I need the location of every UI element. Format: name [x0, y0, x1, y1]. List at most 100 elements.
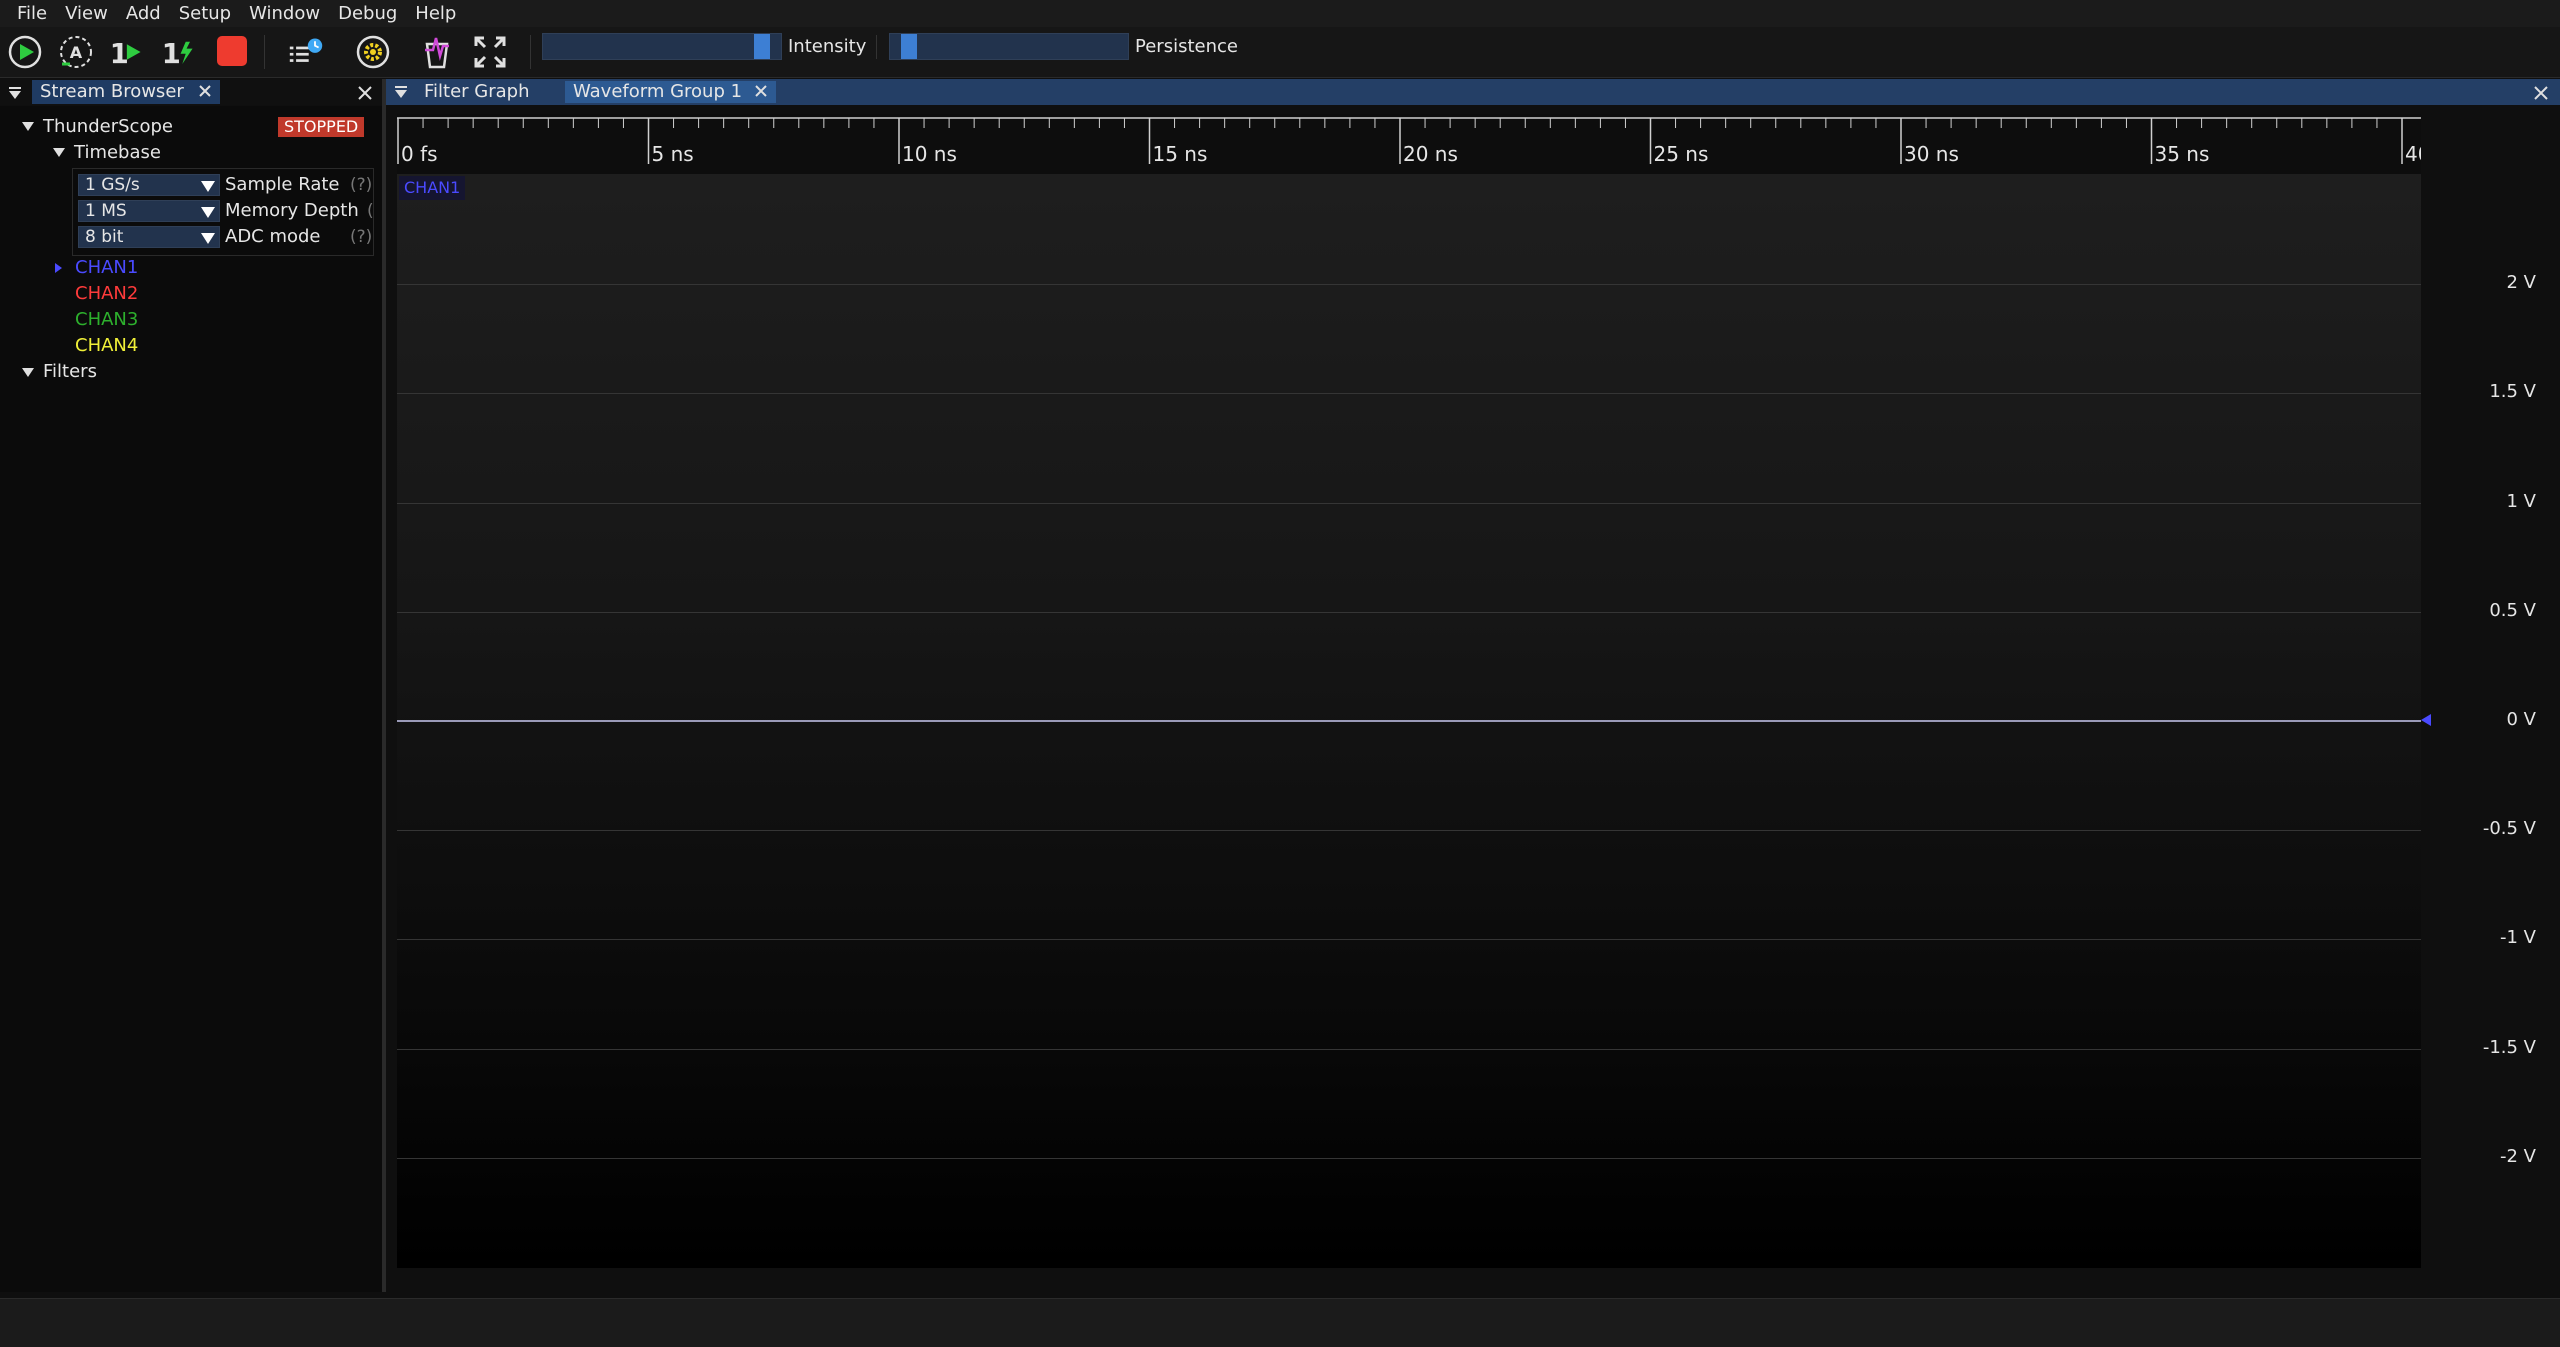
gridline	[397, 830, 2421, 831]
time-tick-label: 30 ns	[1904, 142, 1959, 166]
adc-mode-value: 8 bit	[85, 227, 124, 247]
persistence-slider-thumb[interactable]	[901, 34, 917, 59]
intensity-slider-thumb[interactable]	[754, 34, 770, 59]
memory-depth-label: Memory Depth	[225, 200, 359, 221]
gridline	[397, 1049, 2421, 1050]
voltage-tick-label: -1 V	[2500, 927, 2536, 948]
sample-rate-dropdown[interactable]: 1 GS/s	[78, 174, 220, 196]
chevron-down-icon	[201, 181, 215, 192]
help-icon[interactable]: (?)	[350, 174, 372, 196]
preferences-icon[interactable]	[355, 34, 391, 70]
persistence-label: Persistence	[1135, 36, 1238, 57]
voltage-tick-label: -1.5 V	[2482, 1037, 2536, 1058]
intensity-label: Intensity	[788, 36, 867, 57]
time-ruler-ticks: 0 fs 5 ns 10 ns 15 ns 20 ns 25 ns 30 ns 35 ns 40	[397, 117, 2421, 166]
menu-view[interactable]: View	[56, 0, 117, 27]
waveform-tab-bar: Filter Graph Waveform Group 1	[386, 79, 2560, 105]
channel-chan1[interactable]: CHAN1	[75, 256, 138, 280]
waveform-plot[interactable]: CHAN1	[397, 174, 2431, 1268]
memory-depth-value: 1 MS	[85, 201, 127, 221]
triggered-glitch-icon[interactable]	[419, 34, 455, 70]
voltage-tick-label: -2 V	[2500, 1146, 2536, 1167]
sample-rate-label: Sample Rate	[225, 174, 340, 195]
expand-arrow-icon[interactable]	[53, 148, 65, 157]
menu-file[interactable]: File	[0, 0, 56, 27]
fullscreen-icon[interactable]	[472, 34, 508, 70]
toolbar-divider	[876, 35, 877, 59]
voltage-axis[interactable]: 2 V 1.5 V 1 V 0.5 V 0 V -0.5 V -1 V -1.5 V -2 V	[2421, 174, 2560, 1268]
status-bar	[0, 1298, 2560, 1347]
gridline	[397, 1158, 2421, 1159]
force-trigger-icon[interactable]: 1	[160, 34, 196, 70]
voltage-tick-label: 0 V	[2506, 709, 2537, 730]
adc-mode-label: ADC mode	[225, 226, 321, 247]
menu-bar: File View Add Setup Window Debug Help	[0, 0, 2560, 27]
help-icon[interactable]: (?)	[350, 226, 372, 248]
panel-splitter[interactable]	[382, 79, 386, 1292]
channel-label-chan1[interactable]: CHAN1	[399, 176, 466, 200]
svg-text:1: 1	[110, 39, 129, 70]
instrument-name[interactable]: ThunderScope	[43, 115, 173, 139]
time-tick-label: 0 fs	[401, 142, 438, 166]
toolbar: A 1 1	[0, 27, 2560, 78]
tab-stream-browser-label: Stream Browser	[40, 81, 184, 102]
tab-waveform-group[interactable]: Waveform Group 1	[565, 81, 776, 103]
history-icon[interactable]	[288, 34, 324, 70]
chevron-down-icon	[201, 207, 215, 218]
stream-browser-panel: ThunderScope STOPPED Timebase 1 GS/s Sam…	[0, 106, 382, 1292]
gridline	[397, 284, 2421, 285]
expand-arrow-icon[interactable]	[22, 368, 34, 377]
channel-chan2[interactable]: CHAN2	[75, 282, 138, 306]
menu-add[interactable]: Add	[117, 0, 170, 27]
gridline	[397, 939, 2421, 940]
timebase-label[interactable]: Timebase	[74, 141, 161, 165]
tab-waveform-group-label: Waveform Group 1	[573, 81, 743, 102]
time-tick-label: 35 ns	[2155, 142, 2210, 166]
voltage-tick-label: -0.5 V	[2482, 818, 2536, 839]
filters-label[interactable]: Filters	[43, 360, 97, 384]
chan1-trace	[397, 720, 2421, 722]
close-icon[interactable]	[2533, 85, 2549, 101]
channel-chan4[interactable]: CHAN4	[75, 334, 138, 358]
chevron-down-icon	[201, 233, 215, 244]
persistence-slider[interactable]	[889, 33, 1129, 60]
panel-menu-icon[interactable]	[394, 85, 408, 99]
sample-rate-value: 1 GS/s	[85, 175, 140, 195]
tab-stream-browser[interactable]: Stream Browser	[32, 80, 220, 104]
time-tick-label: 25 ns	[1654, 142, 1709, 166]
close-icon[interactable]	[198, 84, 212, 98]
panel-menu-icon[interactable]	[8, 86, 22, 100]
auto-trigger-icon[interactable]: A	[58, 34, 94, 70]
time-tick-label: 10 ns	[902, 142, 957, 166]
voltage-tick-label: 0.5 V	[2489, 600, 2536, 621]
help-icon[interactable]: (	[367, 200, 374, 222]
close-icon[interactable]	[754, 84, 768, 98]
expand-arrow-icon[interactable]	[55, 263, 62, 273]
expand-arrow-icon[interactable]	[22, 122, 34, 131]
toolbar-divider	[530, 35, 531, 69]
menu-debug[interactable]: Debug	[329, 0, 406, 27]
stop-icon[interactable]	[217, 36, 247, 66]
menu-help[interactable]: Help	[406, 0, 465, 27]
tab-filter-graph[interactable]: Filter Graph	[416, 81, 538, 103]
channel-chan3[interactable]: CHAN3	[75, 308, 138, 332]
close-panel-icon[interactable]	[357, 85, 373, 101]
run-trigger-icon[interactable]	[7, 34, 43, 70]
menu-window[interactable]: Window	[240, 0, 329, 27]
svg-text:A: A	[70, 43, 83, 62]
time-ruler[interactable]: 0 fs 5 ns 10 ns 15 ns 20 ns 25 ns 30 ns 35 ns 40	[397, 114, 2421, 174]
time-tick-label: 5 ns	[652, 142, 694, 166]
voltage-tick-label: 1.5 V	[2489, 381, 2536, 402]
gridline	[397, 393, 2421, 394]
memory-depth-dropdown[interactable]: 1 MS	[78, 200, 220, 222]
status-badge: STOPPED	[278, 117, 365, 137]
adc-mode-dropdown[interactable]: 8 bit	[78, 226, 220, 248]
voltage-tick-label: 1 V	[2506, 491, 2537, 512]
intensity-slider[interactable]	[542, 33, 782, 60]
time-tick-label: 40	[2405, 142, 2421, 166]
time-tick-label: 15 ns	[1153, 142, 1208, 166]
single-trigger-icon[interactable]: 1	[108, 34, 144, 70]
svg-text:1: 1	[162, 39, 181, 70]
menu-setup[interactable]: Setup	[170, 0, 240, 27]
voltage-tick-label: 2 V	[2506, 272, 2537, 293]
